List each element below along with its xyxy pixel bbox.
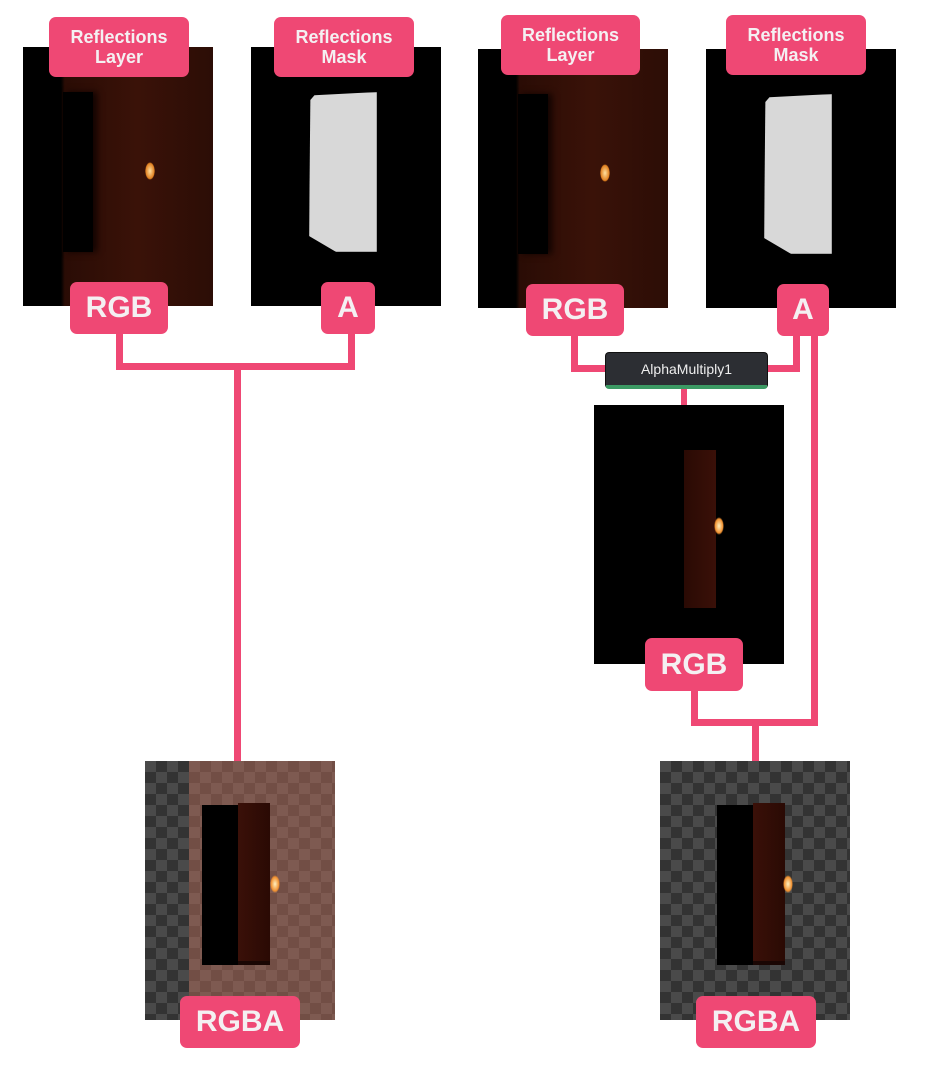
reflections-mask-image (706, 49, 896, 308)
rgba-label: RGBA (696, 996, 816, 1048)
connector (234, 363, 241, 763)
alpha-multiplied-image (594, 405, 784, 664)
connector (793, 332, 800, 372)
rgb-label: RGB (645, 638, 743, 691)
rgba-output-image (660, 761, 850, 1020)
alpha-multiply-node[interactable]: AlphaMultiply1 (605, 352, 768, 389)
connector (752, 719, 759, 763)
alpha-label: A (777, 284, 829, 336)
rgb-label: RGB (70, 282, 168, 334)
connector (348, 330, 355, 370)
alpha-label: A (321, 282, 375, 334)
connector (571, 365, 607, 372)
reflections-layer-image (478, 49, 668, 308)
connector (681, 386, 687, 406)
connector (811, 332, 818, 726)
rgba-label: RGBA (180, 996, 300, 1048)
reflections-mask-label: Reflections Mask (726, 15, 866, 75)
rgba-output-image (145, 761, 335, 1020)
reflections-mask-label: Reflections Mask (274, 17, 414, 77)
reflections-layer-label: Reflections Layer (49, 17, 189, 77)
rgb-label: RGB (526, 284, 624, 336)
reflections-layer-label: Reflections Layer (501, 15, 640, 75)
reflections-layer-image (23, 47, 213, 306)
reflections-mask-image (251, 47, 441, 306)
